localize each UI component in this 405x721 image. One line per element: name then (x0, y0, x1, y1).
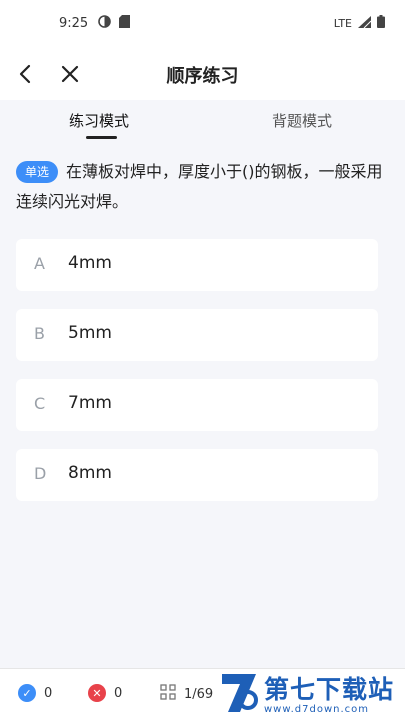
option-text: 7mm (68, 393, 112, 413)
watermark-logo-icon (218, 670, 260, 720)
progress-counter: 1/69 (184, 686, 214, 702)
battery-icon (377, 15, 385, 31)
wrong-count: 0 (114, 685, 123, 701)
status-bar: 9:25 LTE (0, 0, 405, 48)
watermark: 第七下载站 www.d7down.com (218, 670, 405, 720)
wrong-counter[interactable]: ✕ 0 (88, 684, 122, 702)
question-grid-button[interactable]: 1/69 (160, 684, 213, 704)
option-d[interactable]: D 8mm (16, 449, 378, 501)
option-c[interactable]: C 7mm (16, 379, 378, 431)
check-icon: ✓ (18, 684, 36, 702)
mode-tabs: 练习模式 背题模式 (0, 100, 405, 144)
option-letter: B (34, 324, 45, 343)
question-type-badge: 单选 (16, 161, 59, 183)
status-icons (98, 15, 130, 32)
sim-card-icon (119, 15, 130, 32)
correct-count: 0 (44, 685, 53, 701)
status-time: 9:25 (59, 16, 89, 31)
tab-active-indicator (86, 136, 117, 139)
option-letter: A (34, 254, 45, 273)
option-b[interactable]: B 5mm (16, 309, 378, 361)
cross-icon: ✕ (88, 684, 106, 702)
grid-icon (160, 684, 176, 704)
option-text: 8mm (68, 463, 112, 483)
option-letter: D (34, 464, 47, 483)
tab-practice-mode[interactable]: 练习模式 (69, 110, 129, 131)
option-a[interactable]: A 4mm (16, 239, 378, 291)
correct-counter[interactable]: ✓ 0 (18, 684, 52, 702)
watermark-title: 第七下载站 (264, 674, 395, 704)
watermark-url: www.d7down.com (264, 703, 370, 715)
question-text: 在薄板对焊中，厚度小于()的钢板，一般采用连续闪光对焊。 (16, 162, 383, 211)
option-text: 5mm (68, 323, 112, 343)
signal-icon (358, 15, 372, 31)
network-type: LTE (333, 16, 352, 30)
question: 单选 在薄板对焊中，厚度小于()的钢板，一般采用连续闪光对焊。 (16, 157, 392, 217)
nav-bar: 顺序练习 (0, 48, 405, 100)
page-title: 顺序练习 (166, 66, 239, 87)
data-saver-icon (98, 15, 111, 32)
option-text: 4mm (68, 253, 112, 273)
tab-recite-mode[interactable]: 背题模式 (272, 110, 332, 131)
status-right: LTE (334, 15, 385, 31)
option-letter: C (34, 394, 46, 413)
